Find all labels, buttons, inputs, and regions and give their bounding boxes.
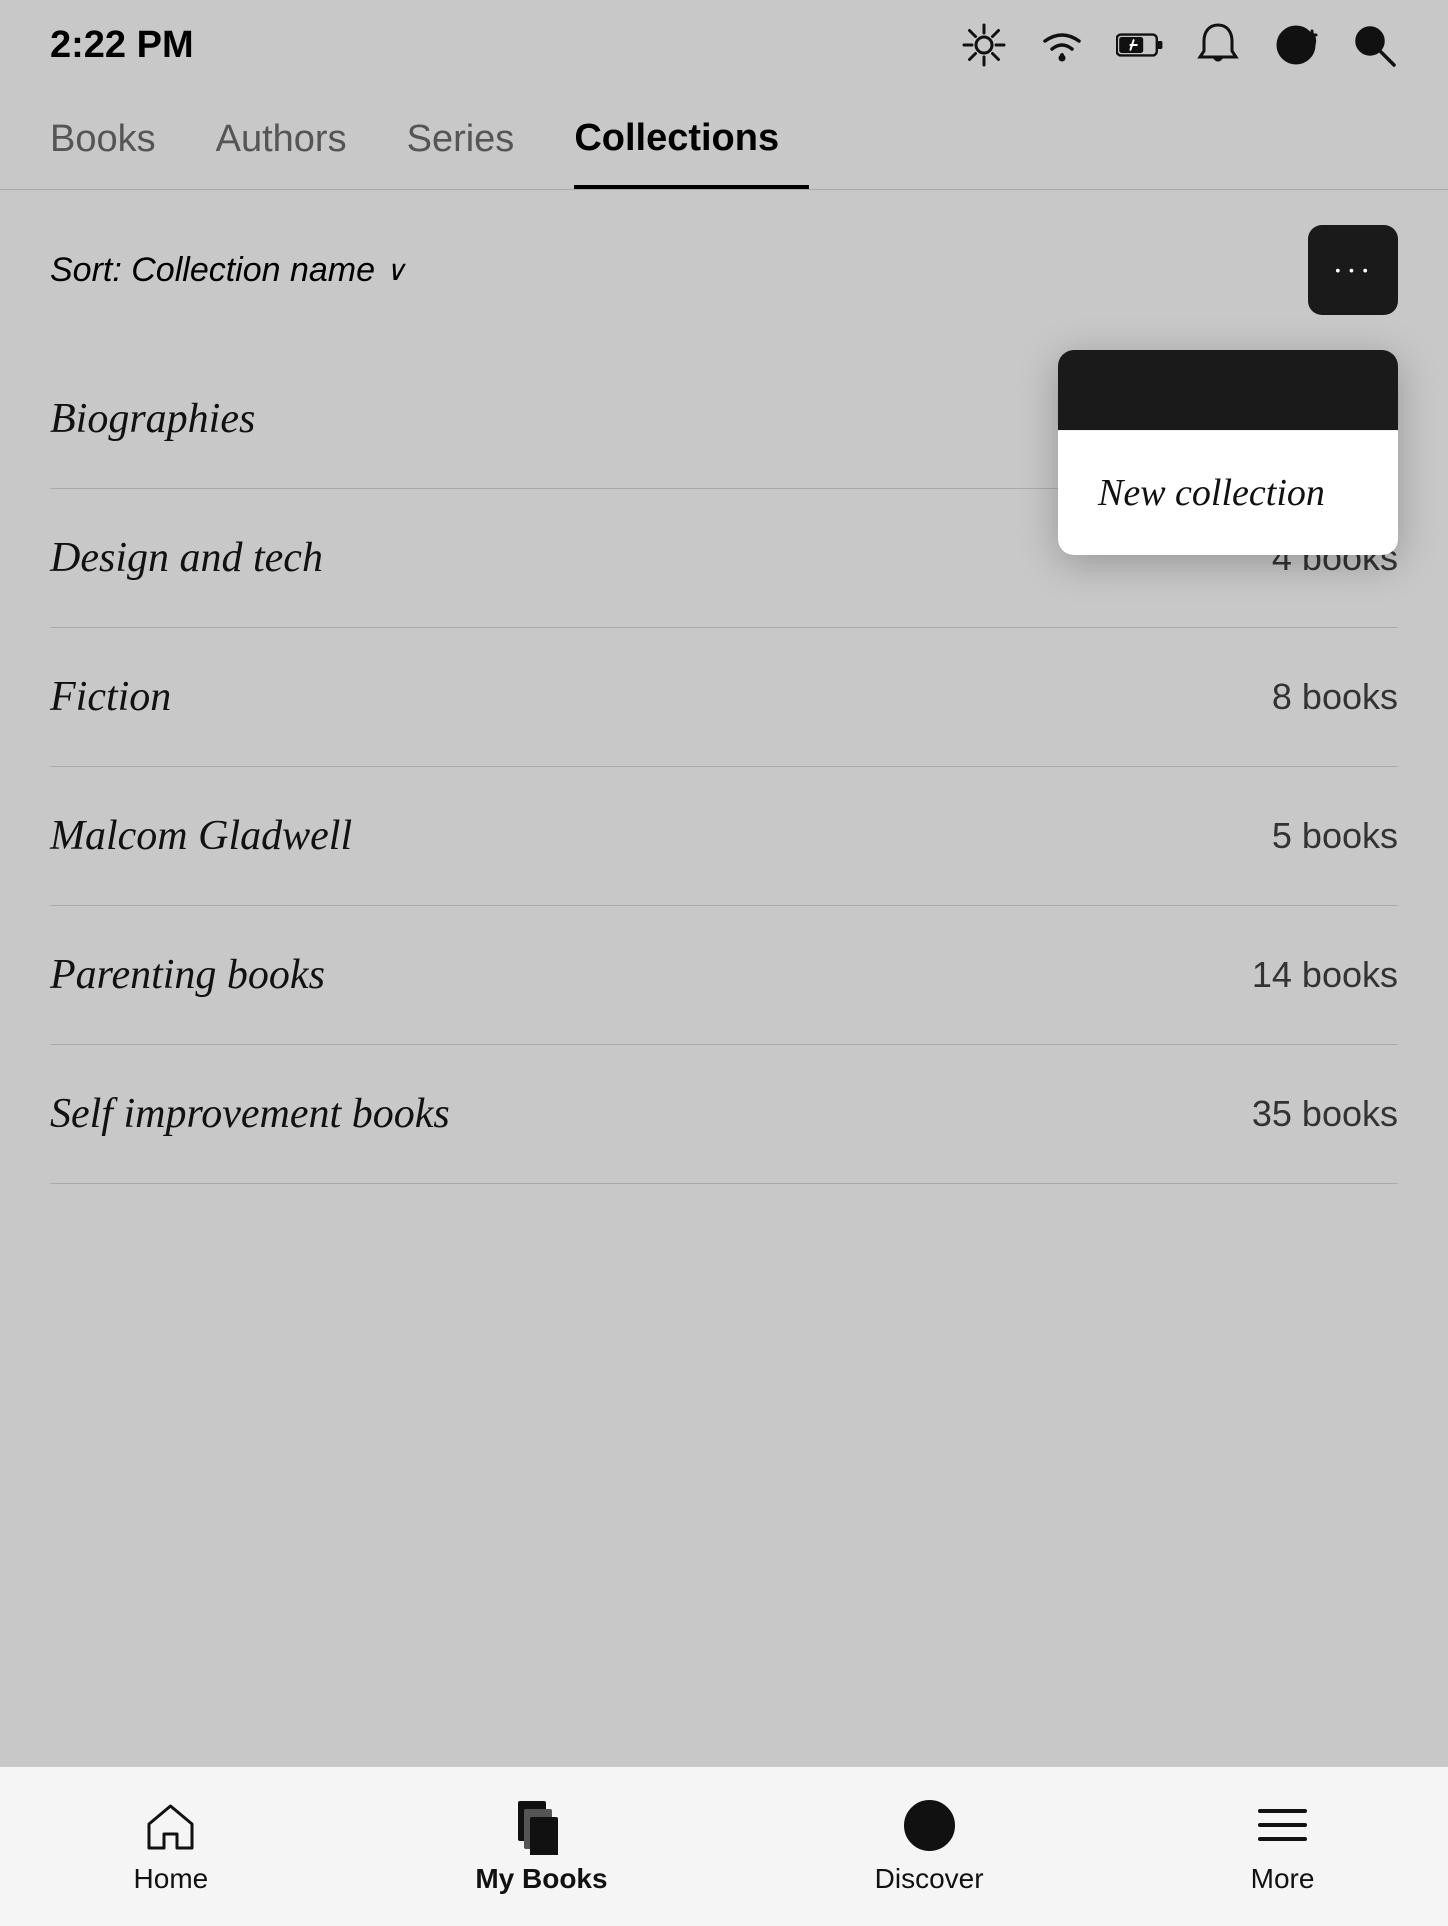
bottom-nav: Home My Books Discover	[0, 1766, 1448, 1926]
collection-count: 5 books	[1272, 815, 1398, 857]
search-icon[interactable]	[1350, 21, 1398, 69]
status-time: 2:22 PM	[50, 24, 194, 67]
sync-icon	[1272, 21, 1320, 69]
collection-count: 35 books	[1252, 1093, 1398, 1135]
brightness-icon	[960, 21, 1008, 69]
collection-name: Self improvement books	[50, 1090, 450, 1138]
home-icon	[141, 1798, 201, 1853]
collection-item-fiction[interactable]: Fiction 8 books	[50, 628, 1398, 767]
dropdown-header	[1058, 350, 1398, 430]
collection-name: Fiction	[50, 673, 171, 721]
sort-chevron-icon: ∨	[385, 254, 406, 287]
bottom-nav-more-label: More	[1251, 1863, 1315, 1895]
sort-row: Sort: Collection name ∨ ···	[0, 190, 1448, 350]
status-icons	[960, 21, 1398, 69]
tab-series[interactable]: Series	[407, 118, 545, 189]
more-options-button[interactable]: ···	[1308, 225, 1398, 315]
bottom-nav-my-books-label: My Books	[475, 1863, 607, 1895]
more-icon	[1253, 1798, 1313, 1853]
battery-icon	[1116, 21, 1164, 69]
bottom-nav-more[interactable]: More	[1251, 1798, 1315, 1895]
bottom-nav-my-books[interactable]: My Books	[475, 1798, 607, 1895]
collection-name: Parenting books	[50, 951, 325, 999]
dropdown-menu: New collection	[1058, 350, 1398, 555]
discover-icon	[899, 1798, 959, 1853]
notification-icon[interactable]	[1194, 21, 1242, 69]
collection-count: 8 books	[1272, 676, 1398, 718]
collection-name: Design and tech	[50, 534, 323, 582]
bottom-nav-home[interactable]: Home	[134, 1798, 209, 1895]
bottom-nav-discover-label: Discover	[875, 1863, 984, 1895]
sort-label-text: Sort: Collection name	[50, 251, 375, 290]
tab-books[interactable]: Books	[50, 118, 186, 189]
bottom-nav-discover[interactable]: Discover	[875, 1798, 984, 1895]
new-collection-button[interactable]: New collection	[1058, 430, 1398, 555]
collection-item-self-improvement[interactable]: Self improvement books 35 books	[50, 1045, 1398, 1184]
collection-item-parenting[interactable]: Parenting books 14 books	[50, 906, 1398, 1045]
collection-name: Biographies	[50, 395, 255, 443]
tab-authors[interactable]: Authors	[216, 118, 377, 189]
collection-item-malcom-gladwell[interactable]: Malcom Gladwell 5 books	[50, 767, 1398, 906]
status-bar: 2:22 PM	[0, 0, 1448, 90]
sort-label[interactable]: Sort: Collection name ∨	[50, 251, 406, 290]
collection-name: Malcom Gladwell	[50, 812, 352, 860]
nav-tabs: Books Authors Series Collections	[0, 90, 1448, 190]
tab-collections[interactable]: Collections	[574, 117, 809, 189]
bottom-nav-home-label: Home	[134, 1863, 209, 1895]
main-content: Sort: Collection name ∨ ··· New collecti…	[0, 190, 1448, 1184]
collection-count: 14 books	[1252, 954, 1398, 996]
wifi-icon	[1038, 21, 1086, 69]
my-books-icon	[511, 1798, 571, 1853]
